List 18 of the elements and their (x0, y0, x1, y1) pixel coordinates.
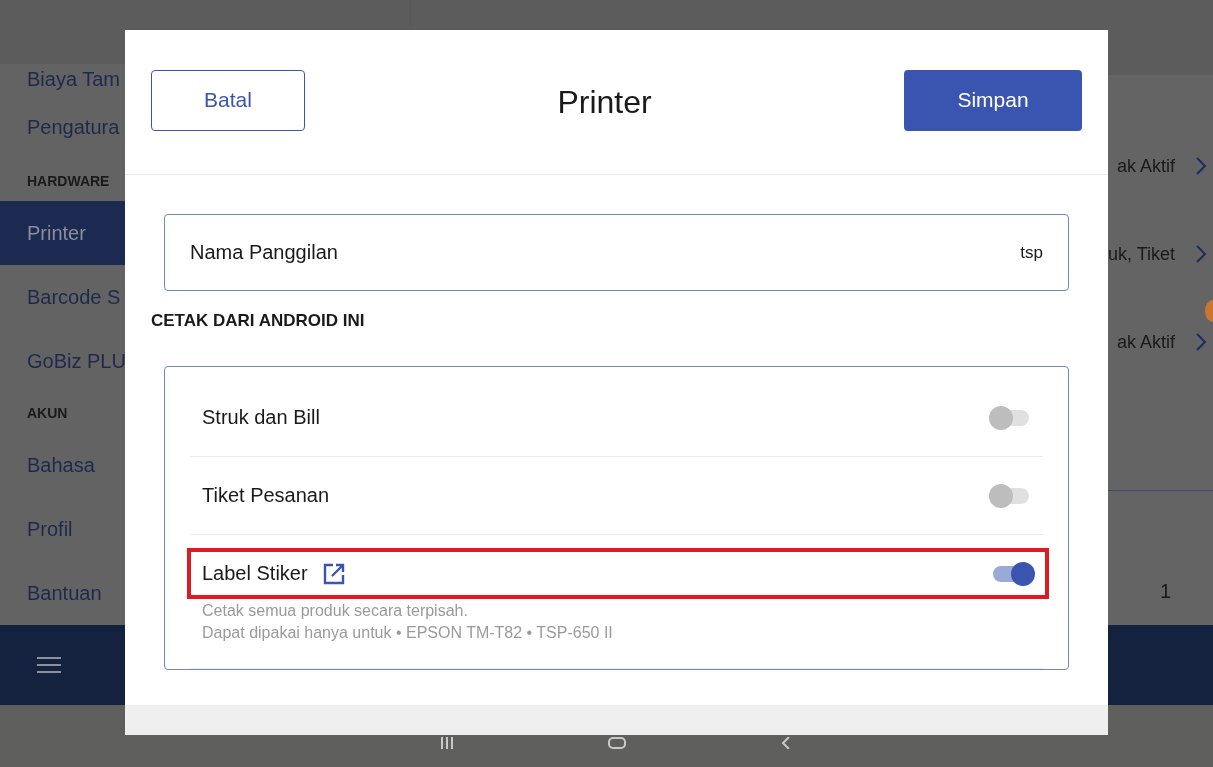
count-value: 1 (1159, 580, 1171, 603)
option-label: Struk dan Bill (202, 406, 320, 429)
dialog-title: Printer (557, 83, 652, 121)
nickname-field[interactable]: Nama Panggilan tsp (164, 214, 1069, 291)
option-label: Label Stiker (202, 562, 308, 585)
section-heading: CETAK DARI ANDROID INI (151, 311, 366, 332)
save-button[interactable]: Simpan (904, 69, 1082, 131)
cancel-button[interactable]: Batal (151, 69, 305, 131)
setting-value: ak Aktif (1116, 155, 1175, 177)
field-label: Nama Panggilan (190, 241, 338, 264)
option-label: Tiket Pesanan (202, 484, 330, 507)
setting-value: ak Aktif (1116, 331, 1175, 353)
option-description: Cetak semua produk secara terpisah. (202, 601, 469, 621)
sidebar-section-label: AKUN (27, 404, 68, 423)
field-value: tsp (1020, 242, 1043, 263)
option-description: Dapat dipakai hanya untuk • EPSON TM-T82 • TSP-650 II (202, 623, 614, 643)
setting-value: uk, Tiket (1107, 243, 1175, 265)
sidebar-section-label: HARDWARE (27, 172, 110, 191)
